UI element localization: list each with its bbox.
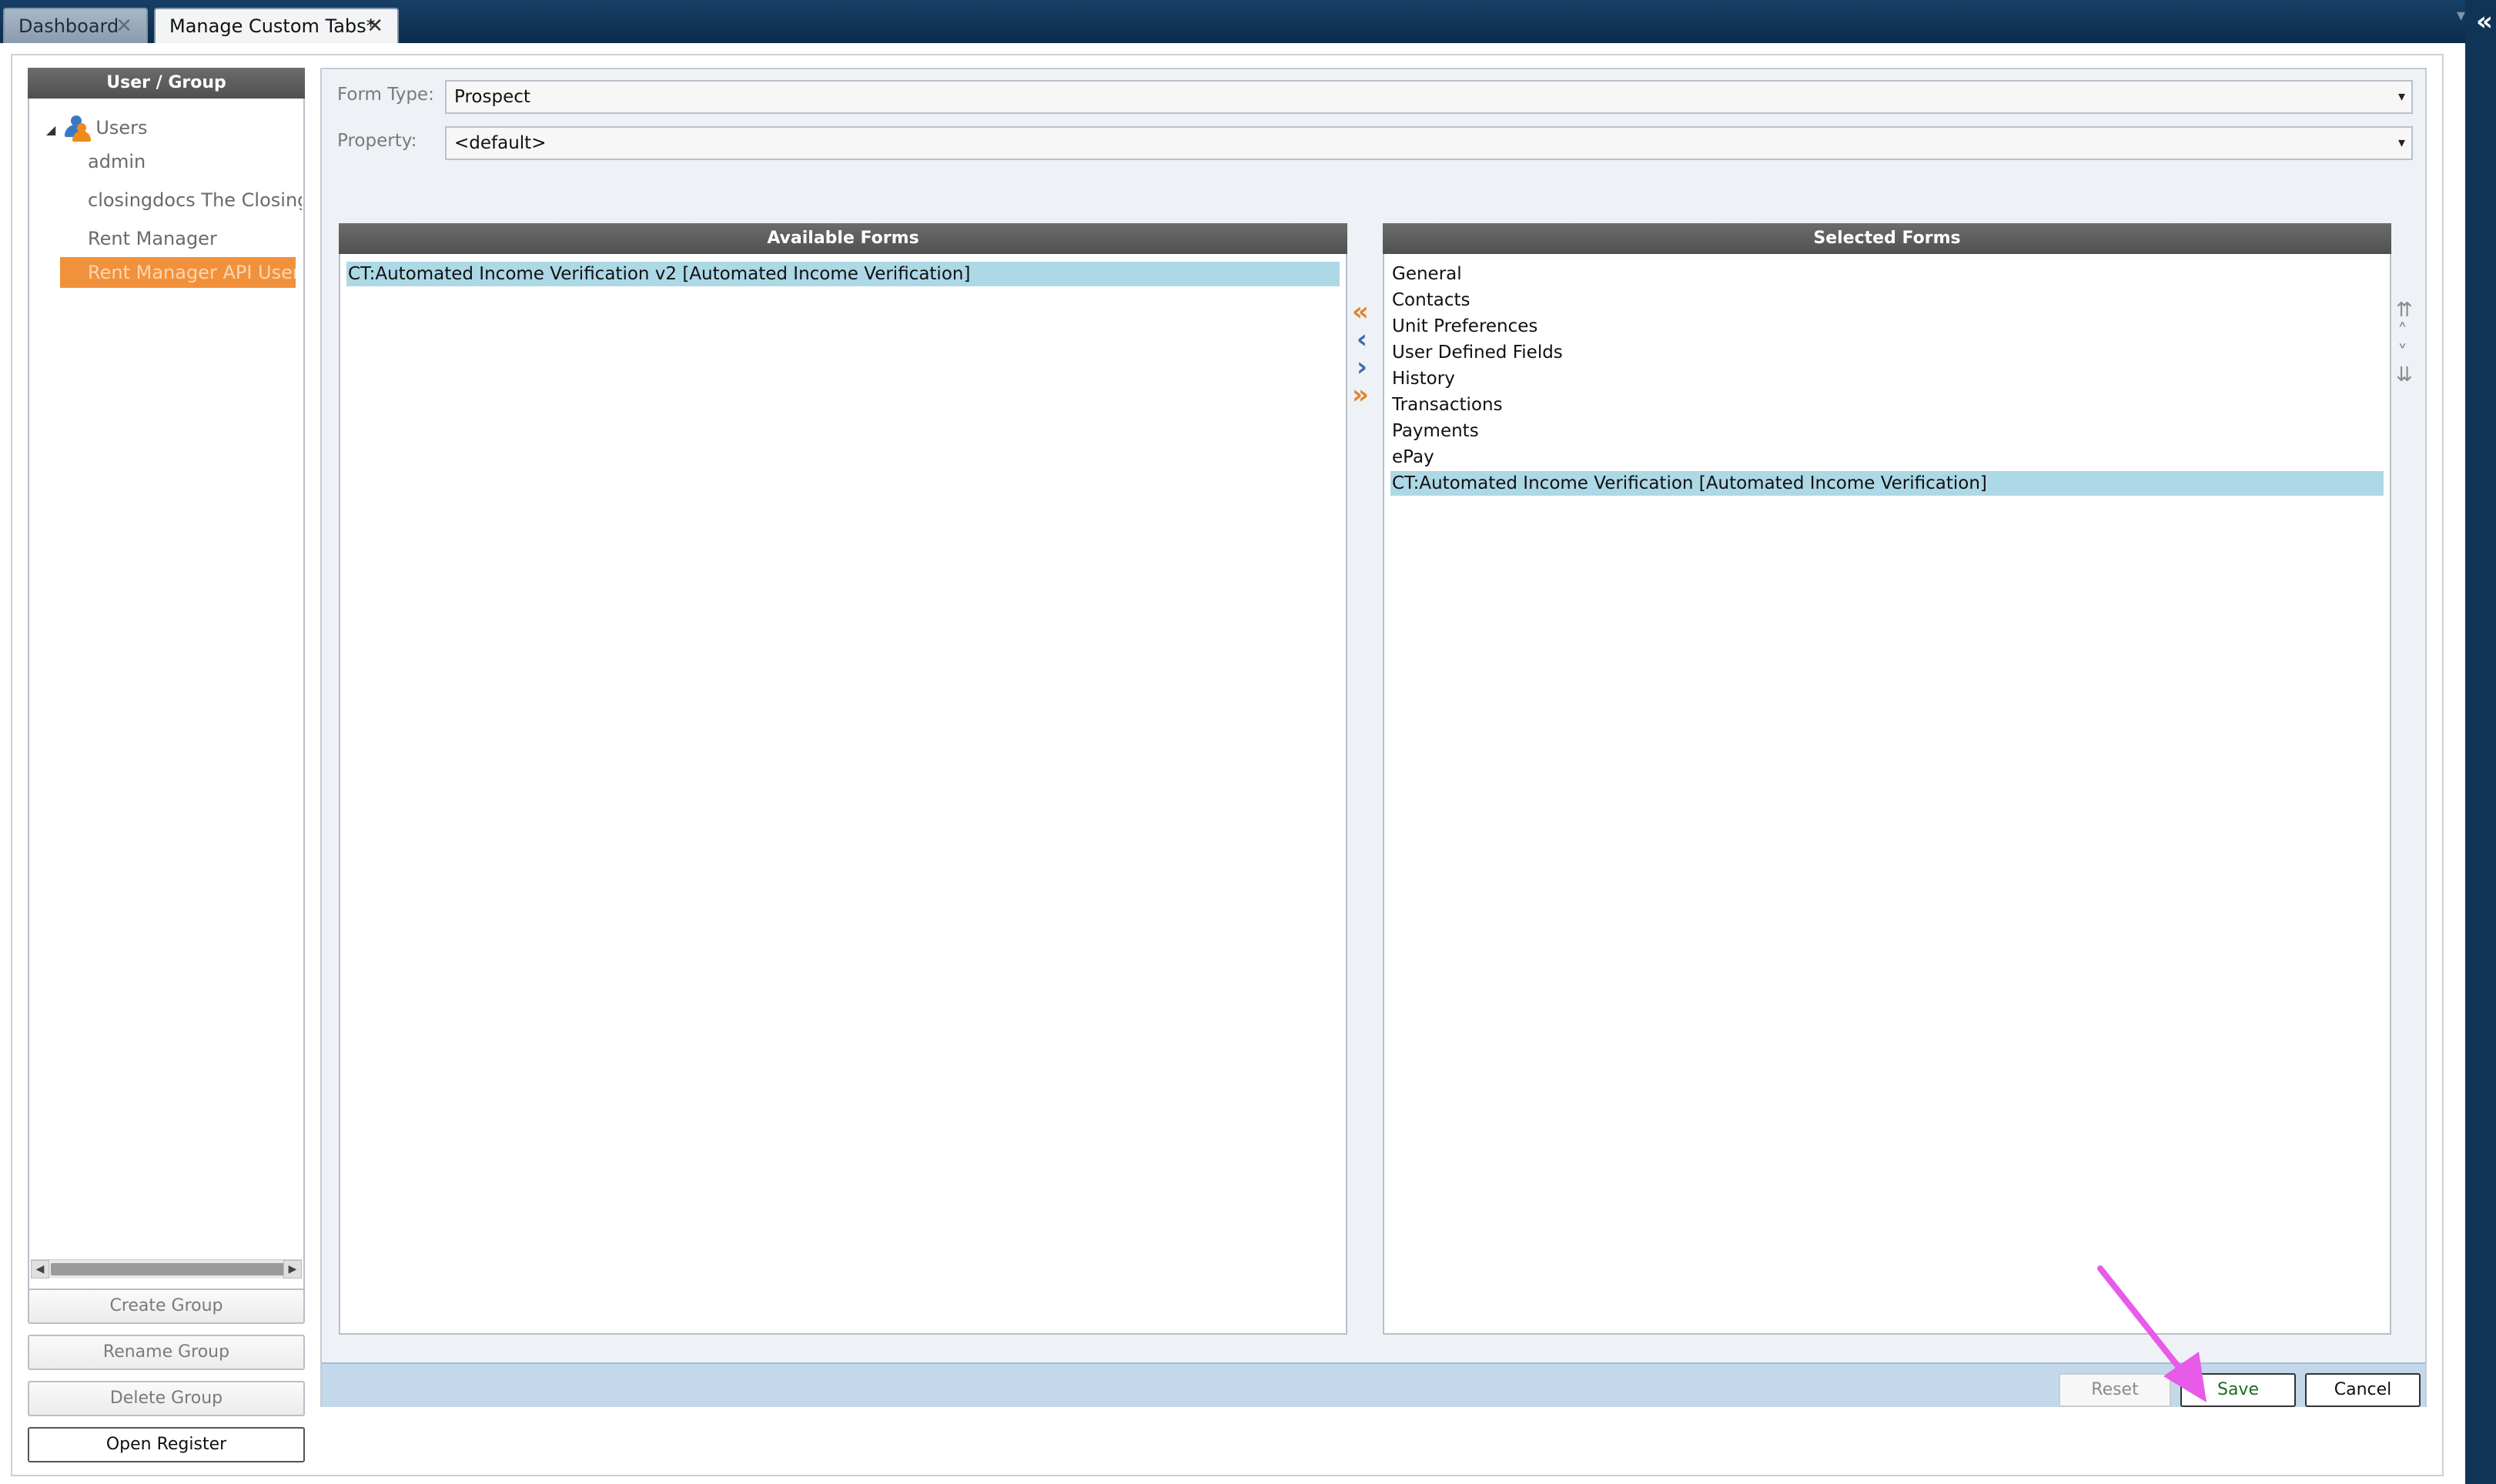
- user-group-header: User / Group: [28, 68, 305, 99]
- open-register-button[interactable]: Open Register: [28, 1427, 305, 1462]
- move-all-right-icon[interactable]: »: [1352, 382, 1369, 408]
- tab-manage-custom-tabs[interactable]: Manage Custom Tabs* ✕: [154, 8, 399, 43]
- delete-group-button[interactable]: Delete Group: [28, 1381, 305, 1416]
- tree-item-rent-manager-api-user[interactable]: Rent Manager API User: [60, 257, 296, 288]
- custom-tabs-editor: Form Type: Prospect ▾ Property: <default…: [320, 68, 2427, 1407]
- move-left-icon[interactable]: ‹: [1357, 326, 1367, 353]
- close-icon[interactable]: ✕: [366, 9, 383, 43]
- users-group-icon: [62, 115, 92, 142]
- collapse-panel-icon[interactable]: «: [2476, 6, 2493, 37]
- annotation-arrow-icon: [2097, 1265, 2207, 1402]
- selected-form-item[interactable]: CT:Automated Income Verification [Automa…: [1390, 471, 2384, 496]
- tree-item-rent-manager[interactable]: Rent Manager: [88, 228, 217, 249]
- available-forms-header: Available Forms: [339, 223, 1347, 254]
- property-label: Property:: [337, 131, 417, 151]
- move-right-icon[interactable]: ›: [1357, 354, 1367, 380]
- selected-form-item[interactable]: History: [1390, 366, 2384, 391]
- cancel-button[interactable]: Cancel: [2305, 1373, 2421, 1407]
- selected-form-item[interactable]: ePay: [1390, 445, 2384, 470]
- selected-form-item[interactable]: Transactions: [1390, 393, 2384, 417]
- move-to-top-icon[interactable]: ⇈: [2396, 300, 2413, 320]
- move-up-icon[interactable]: ˄: [2397, 322, 2407, 342]
- available-form-item[interactable]: CT:Automated Income Verification v2 [Aut…: [346, 262, 1340, 286]
- minimize-icon[interactable]: ▾: [2457, 6, 2465, 25]
- rename-group-button[interactable]: Rename Group: [28, 1335, 305, 1370]
- selected-form-item[interactable]: General: [1390, 262, 2384, 286]
- side-collapse-strip: «: [2465, 0, 2496, 1484]
- tab-dashboard-label: Dashboard: [18, 15, 119, 37]
- move-to-bottom-icon[interactable]: ⇊: [2396, 365, 2413, 385]
- move-all-left-icon[interactable]: «: [1352, 299, 1369, 325]
- available-forms-panel: Available Forms CT:Automated Income Veri…: [339, 223, 1347, 1335]
- property-value: <default>: [454, 133, 547, 153]
- selected-forms-list[interactable]: General Contacts Unit Preferences User D…: [1383, 254, 2391, 1335]
- create-group-button[interactable]: Create Group: [28, 1288, 305, 1324]
- tree-node-users-label: Users: [95, 117, 148, 139]
- tab-manage-custom-tabs-label: Manage Custom Tabs*: [169, 15, 376, 37]
- tab-bar: Dashboard ✕ Manage Custom Tabs* ✕ ▾: [0, 0, 2496, 43]
- selected-form-item[interactable]: Payments: [1390, 419, 2384, 443]
- scroll-left-icon[interactable]: ◀: [31, 1260, 49, 1278]
- selected-forms-header: Selected Forms: [1383, 223, 2391, 254]
- selected-form-item[interactable]: Contacts: [1390, 288, 2384, 313]
- dropdown-arrow-icon[interactable]: ▾: [2398, 82, 2405, 112]
- selected-form-item[interactable]: Unit Preferences: [1390, 314, 2384, 339]
- dropdown-arrow-icon[interactable]: ▾: [2398, 128, 2405, 159]
- tree-item-admin[interactable]: admin: [88, 151, 146, 172]
- scroll-right-icon[interactable]: ▶: [283, 1260, 302, 1278]
- move-down-icon[interactable]: ˅: [2397, 343, 2407, 363]
- form-type-label: Form Type:: [337, 85, 434, 105]
- selected-forms-panel: Selected Forms General Contacts Unit Pre…: [1383, 223, 2391, 1335]
- close-icon[interactable]: ✕: [115, 9, 132, 43]
- tree-node-users[interactable]: ◢ Users: [46, 115, 148, 142]
- property-select[interactable]: <default> ▾: [445, 126, 2413, 160]
- form-type-select[interactable]: Prospect ▾: [445, 80, 2413, 114]
- tree-horizontal-scrollbar[interactable]: ◀ ▶: [31, 1259, 302, 1278]
- available-forms-list[interactable]: CT:Automated Income Verification v2 [Aut…: [339, 254, 1347, 1335]
- tab-dashboard[interactable]: Dashboard ✕: [3, 8, 148, 43]
- user-tree: ◢ Users admin closingdocs The Closing D R…: [28, 99, 305, 1321]
- scrollbar-thumb[interactable]: [51, 1263, 286, 1275]
- selected-form-item[interactable]: User Defined Fields: [1390, 340, 2384, 365]
- expand-caret-icon[interactable]: ◢: [46, 122, 55, 137]
- tree-item-closingdocs[interactable]: closingdocs The Closing D: [88, 189, 302, 211]
- form-type-value: Prospect: [454, 87, 530, 107]
- user-group-panel: User / Group ◢ Users admin closingdocs Th…: [28, 68, 305, 1462]
